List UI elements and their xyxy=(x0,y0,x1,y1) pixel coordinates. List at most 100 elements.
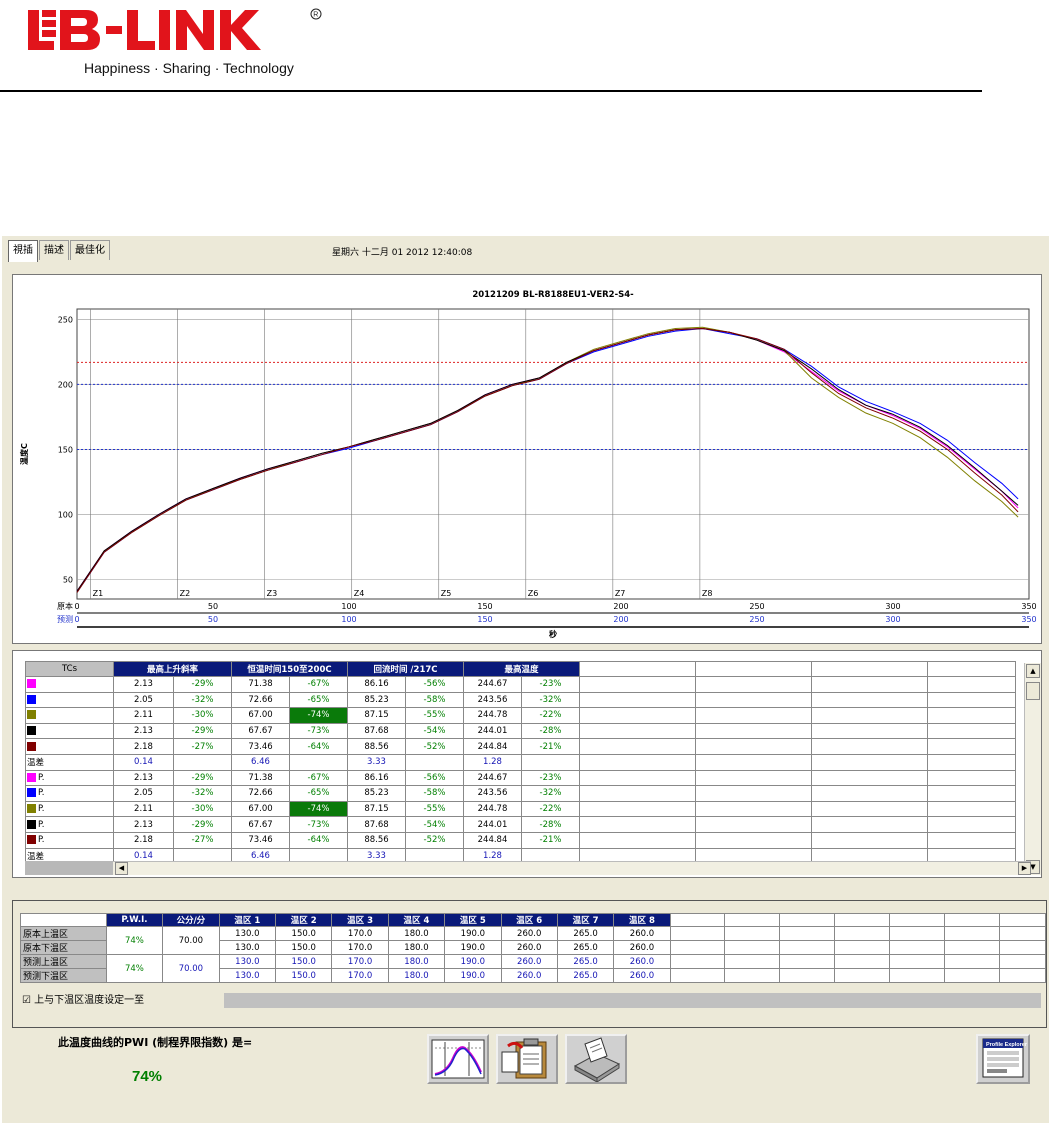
tc-color-swatch xyxy=(27,679,36,689)
peak-temp-value: 243.56 xyxy=(463,785,522,802)
zone-8-setpoint[interactable]: 260.0 xyxy=(613,968,671,983)
tab-description[interactable]: 描述 xyxy=(39,240,69,260)
empty-cell xyxy=(724,954,781,969)
tc-row[interactable]: P. 2.05 -32% 72.66 -65% 85.23 -58% 243.56 -32% xyxy=(25,785,1016,802)
zone-8-setpoint[interactable]: 260.0 xyxy=(613,954,671,969)
tc-row[interactable]: P. 2.13 -29% 71.38 -67% 86.16 -56% 244.67 -23% xyxy=(25,769,1016,787)
zone-6-setpoint[interactable]: 260.0 xyxy=(500,954,558,969)
zone-label: Z3 xyxy=(267,589,278,598)
conveyor-speed-value[interactable]: 70.00 xyxy=(162,954,220,983)
sync-zones-checkbox[interactable]: ☑ 上与下温区温度设定一至 xyxy=(20,993,224,1008)
zone-4-setpoint[interactable]: 180.0 xyxy=(387,926,446,941)
scroll-left-icon[interactable]: ◀ xyxy=(115,862,128,875)
zone-6-setpoint[interactable]: 260.0 xyxy=(500,926,558,941)
zone-3-setpoint[interactable]: 170.0 xyxy=(331,926,389,941)
zone-7-setpoint[interactable]: 265.0 xyxy=(556,926,615,941)
header-empty xyxy=(927,661,1016,677)
header-zone-3: 温区 3 xyxy=(331,913,389,927)
zone-setting-row[interactable]: 预测上温区 74% 70.00 130.0 150.0 170.0 180.0 190.0 26… xyxy=(20,954,1047,983)
conveyor-speed-value[interactable]: 70.00 xyxy=(162,926,220,955)
tc-color-swatch xyxy=(27,694,36,704)
zone-8-setpoint[interactable]: 260.0 xyxy=(613,940,671,955)
tc-horizontal-scrollbar[interactable]: ◀ ▶ xyxy=(113,861,1031,875)
zone-4-setpoint[interactable]: 180.0 xyxy=(387,940,446,955)
zone-7-setpoint[interactable]: 265.0 xyxy=(556,954,615,969)
profile-chart-button[interactable] xyxy=(427,1034,489,1084)
zone-6-setpoint[interactable]: 260.0 xyxy=(500,940,558,955)
tab-optimize[interactable]: 最佳化 xyxy=(70,240,110,260)
tc-row[interactable]: 2.18 -27% 73.46 -64% 88.56 -52% 244.84 -21% xyxy=(25,738,1016,755)
empty-cell xyxy=(579,722,696,740)
reflow-time-value: 88.56 xyxy=(347,738,406,755)
reflow-time-pct: -56% xyxy=(405,676,464,693)
zone-1-setpoint[interactable]: 130.0 xyxy=(218,954,277,969)
clipboard-button[interactable] xyxy=(496,1034,558,1084)
reflow-time-pct: -55% xyxy=(405,707,464,724)
zone-3-setpoint[interactable]: 170.0 xyxy=(331,968,389,983)
zone-4-setpoint[interactable]: 180.0 xyxy=(387,954,446,969)
zone-2-setpoint[interactable]: 150.0 xyxy=(275,940,333,955)
empty-cell xyxy=(927,769,1016,787)
profiler-window: 視插 描述 最佳化 星期六 十二月 01 2012 12:40:08 20121… xyxy=(2,236,1049,1123)
zone-5-setpoint[interactable]: 190.0 xyxy=(444,940,502,955)
tc-row[interactable]: 2.13 -29% 71.38 -67% 86.16 -56% 244.67 -23% xyxy=(25,676,1016,693)
tc-vertical-scrollbar[interactable]: ▲ ▼ xyxy=(1024,663,1041,875)
zone-2-setpoint[interactable]: 150.0 xyxy=(275,926,333,941)
group-pwi-value: 74% xyxy=(105,926,164,955)
tc-row[interactable]: P. 2.11 -30% 67.00 -74% 87.15 -55% 244.78 -22% xyxy=(25,800,1016,818)
pwi-zone-table: P.W.I. 公分/分 温区 1 温区 2 温区 3 温区 4 温区 5 温区 … xyxy=(20,913,1047,983)
peak-temp-pct: -28% xyxy=(521,816,580,833)
soak-time-pct: -65% xyxy=(289,691,348,709)
zone-6-setpoint[interactable]: 260.0 xyxy=(500,968,558,983)
peak-temp-value: 244.78 xyxy=(463,800,522,818)
x-tick-label: 350 xyxy=(1021,602,1036,611)
tc-label: 温差 xyxy=(27,758,45,769)
zone-4-setpoint[interactable]: 180.0 xyxy=(387,968,446,983)
tc-row[interactable]: 2.13 -29% 67.67 -73% 87.68 -54% 244.01 -28% xyxy=(25,722,1016,740)
zone-7-setpoint[interactable]: 265.0 xyxy=(556,940,615,955)
tc-row[interactable]: 2.05 -32% 72.66 -65% 85.23 -58% 243.56 -32% xyxy=(25,691,1016,709)
peak-temp-value: 244.67 xyxy=(463,676,522,693)
zone-1-setpoint[interactable]: 130.0 xyxy=(218,940,277,955)
tc-row[interactable]: 2.11 -30% 67.00 -74% 87.15 -55% 244.78 -22% xyxy=(25,707,1016,724)
zone-3-setpoint[interactable]: 170.0 xyxy=(331,940,389,955)
zone-1-setpoint[interactable]: 130.0 xyxy=(218,968,277,983)
zone-setting-row[interactable]: 原本上温区 74% 70.00 130.0 150.0 170.0 180.0 190.0 26… xyxy=(20,926,1047,955)
empty-cell xyxy=(888,968,945,983)
checkbox-checked-icon[interactable]: ☑ xyxy=(22,995,31,1006)
soak-time-value: 73.46 xyxy=(231,738,290,755)
tc-color-swatch xyxy=(27,726,36,736)
zone-3-setpoint[interactable]: 170.0 xyxy=(331,954,389,969)
scroll-right-icon[interactable]: ▶ xyxy=(1018,862,1031,875)
tc-color-swatch xyxy=(27,788,36,798)
scroll-thumb[interactable] xyxy=(1026,682,1040,700)
y-axis-title: 温度C xyxy=(19,443,29,465)
tc-row[interactable]: P. 2.13 -29% 67.67 -73% 87.68 -54% 244.01 -28% xyxy=(25,816,1016,833)
tc-row[interactable]: P. 2.18 -27% 73.46 -64% 88.56 -52% 244.84 -21% xyxy=(25,831,1016,849)
empty-cell xyxy=(927,722,1016,740)
empty-cell xyxy=(779,968,836,983)
zone-5-setpoint[interactable]: 190.0 xyxy=(444,968,502,983)
scroll-up-icon[interactable]: ▲ xyxy=(1026,664,1040,678)
tc-diff-row[interactable]: 温差 0.14 6.46 3.33 1.28 xyxy=(25,753,1016,771)
tc-label-cell xyxy=(25,676,114,693)
max-slope-pct xyxy=(173,753,232,771)
soak-time-pct: -74% xyxy=(289,707,348,724)
zone-8-setpoint[interactable]: 260.0 xyxy=(613,926,671,941)
tab-view[interactable]: 視插 xyxy=(8,240,38,262)
temperature-profile-chart[interactable]: 20121209 BL-R8188EU1-VER2-S4- 50 100 150 200… xyxy=(13,275,1041,643)
empty-cell xyxy=(724,968,781,983)
zone-7-setpoint[interactable]: 265.0 xyxy=(556,968,615,983)
zone-2-setpoint[interactable]: 150.0 xyxy=(275,968,333,983)
print-button[interactable] xyxy=(565,1034,627,1084)
zone-5-setpoint[interactable]: 190.0 xyxy=(444,954,502,969)
zone-1-setpoint[interactable]: 130.0 xyxy=(218,926,277,941)
tc-label-cell xyxy=(25,722,114,740)
x-axis-title: 秒 xyxy=(549,629,557,639)
profile-explorer-button[interactable]: Profile Explorer xyxy=(976,1034,1030,1084)
soak-time-value: 71.38 xyxy=(231,769,290,787)
zone-2-setpoint[interactable]: 150.0 xyxy=(275,954,333,969)
zone-5-setpoint[interactable]: 190.0 xyxy=(444,926,502,941)
y-tick-label: 250 xyxy=(58,315,73,324)
peak-temp-value: 244.67 xyxy=(463,769,522,787)
